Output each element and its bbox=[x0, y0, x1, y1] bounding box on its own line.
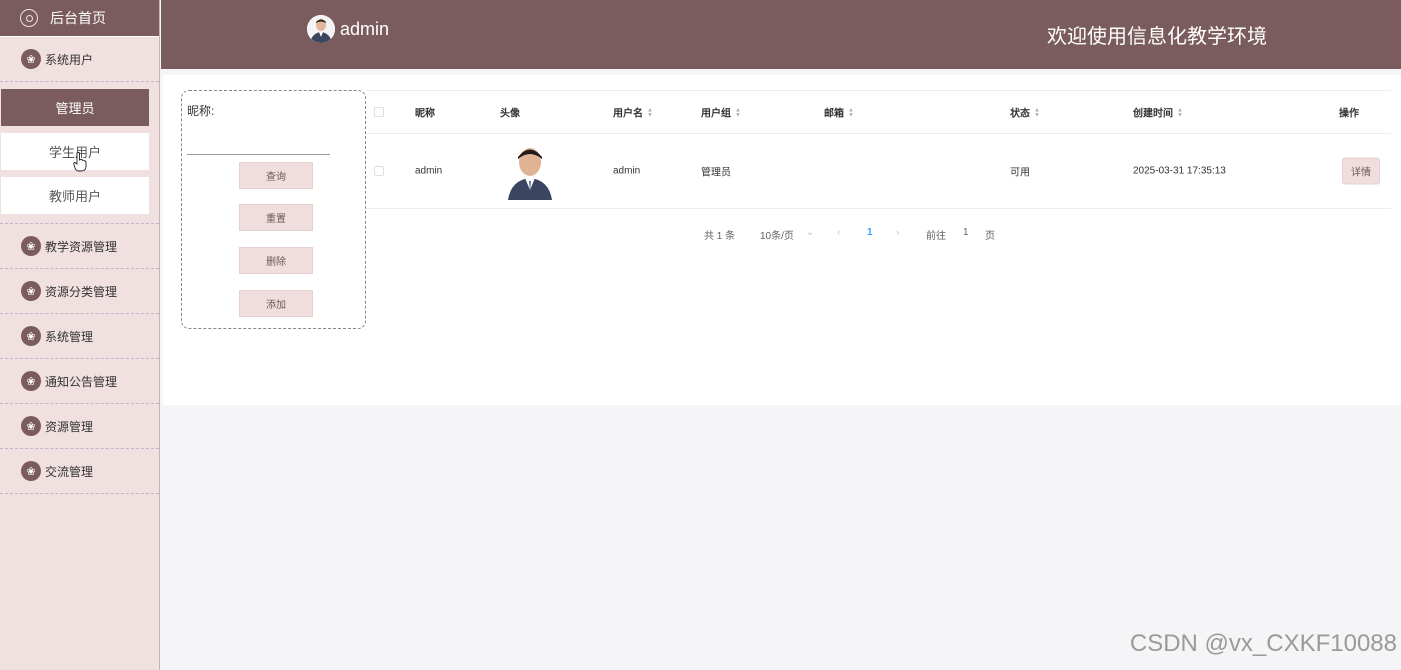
page-size-select[interactable]: 10条/页 bbox=[760, 227, 794, 242]
menu-icon: ❀ bbox=[21, 236, 41, 256]
table-header: 昵称 头像 用户名 ▲ ▼ 用户组 ▲ ▼ 邮箱 ▲ ▼ 状态 ▲ ▼ 创建时间 ▲ ▼ 操作 bbox=[366, 90, 1391, 134]
pagination-total: 共 1 条 bbox=[704, 231, 736, 242]
home-icon bbox=[20, 9, 38, 27]
sidebar-home[interactable]: 后台首页 bbox=[0, 0, 159, 37]
menu-icon: ❀ bbox=[21, 416, 41, 436]
col-email[interactable]: 邮箱 ▲ ▼ bbox=[824, 105, 854, 120]
sidebar-item-communication[interactable]: ❀ 交流管理 bbox=[0, 449, 159, 494]
sidebar-item-label: 资源分类管理 bbox=[45, 284, 118, 299]
menu-icon: ❀ bbox=[21, 281, 41, 301]
col-group[interactable]: 用户组 ▲ ▼ bbox=[701, 105, 741, 120]
sidebar-item-label: 系统用户 bbox=[45, 52, 94, 67]
sort-icon[interactable]: ▲ ▼ bbox=[735, 108, 741, 119]
row-status: 可用 bbox=[1010, 167, 1030, 179]
col-group-label: 用户组 bbox=[701, 108, 731, 120]
row-created: 2025-03-31 17:35:13 bbox=[1133, 165, 1226, 177]
sidebar-item-notices[interactable]: ❀ 通知公告管理 bbox=[0, 359, 159, 404]
search-panel: 昵称: 查询 重置 删除 添加 bbox=[181, 90, 366, 329]
sort-icon[interactable]: ▲ ▼ bbox=[647, 108, 653, 119]
table-row: admin admin 管理员 可用 2025-03-31 17:35:13 详… bbox=[366, 134, 1391, 209]
select-all-checkbox[interactable] bbox=[374, 107, 384, 117]
sidebar-item-label: 交流管理 bbox=[45, 464, 94, 479]
menu-icon: ❀ bbox=[21, 461, 41, 481]
user-table: 昵称 头像 用户名 ▲ ▼ 用户组 ▲ ▼ 邮箱 ▲ ▼ 状态 ▲ ▼ 创建时间 ▲ ▼ 操作 ad… bbox=[366, 90, 1391, 209]
row-avatar-image bbox=[505, 140, 555, 200]
sort-icon[interactable]: ▲ ▼ bbox=[848, 108, 854, 119]
nickname-label: 昵称: bbox=[187, 104, 215, 118]
row-nickname: admin bbox=[415, 165, 443, 177]
col-status[interactable]: 状态 ▲ ▼ bbox=[1010, 105, 1040, 120]
sidebar-item-label: 资源管理 bbox=[45, 419, 94, 434]
nickname-input[interactable] bbox=[187, 141, 330, 155]
row-checkbox[interactable] bbox=[374, 166, 384, 176]
sidebar-item-label: 系统管理 bbox=[45, 329, 94, 344]
col-username-label: 用户名 bbox=[613, 108, 643, 120]
sidebar-item-resource-categories[interactable]: ❀ 资源分类管理 bbox=[0, 269, 159, 314]
sidebar-item-teaching-resources[interactable]: ❀ 教学资源管理 bbox=[0, 224, 159, 269]
user-avatar[interactable] bbox=[307, 15, 335, 43]
csdn-watermark: CSDN @vx_CXKF10088 bbox=[1129, 630, 1397, 657]
col-actions: 操作 bbox=[1339, 108, 1359, 120]
sidebar-item-resources[interactable]: ❀ 资源管理 bbox=[0, 404, 159, 449]
reset-button[interactable]: 重置 bbox=[239, 204, 313, 231]
col-email-label: 邮箱 bbox=[824, 108, 844, 120]
top-header: admin 欢迎使用信息化教学环境 bbox=[161, 0, 1401, 69]
col-status-label: 状态 bbox=[1010, 108, 1030, 120]
row-group: 管理员 bbox=[701, 167, 731, 179]
page-suffix: 页 bbox=[985, 231, 995, 242]
col-username[interactable]: 用户名 ▲ ▼ bbox=[613, 105, 653, 120]
sidebar-item-label: 通知公告管理 bbox=[45, 374, 118, 389]
menu-icon: ❀ bbox=[21, 49, 41, 69]
main-content: 昵称: 查询 重置 删除 添加 昵称 头像 用户名 ▲ ▼ 用户组 ▲ ▼ 邮箱 ▲ ▼ 状… bbox=[163, 75, 1401, 405]
col-created[interactable]: 创建时间 ▲ ▼ bbox=[1133, 105, 1183, 120]
sidebar-home-label: 后台首页 bbox=[50, 10, 106, 26]
header-username[interactable]: admin bbox=[340, 19, 389, 40]
col-avatar: 头像 bbox=[500, 108, 520, 120]
prev-page-icon[interactable]: ‹ bbox=[837, 227, 840, 238]
goto-label: 前往 bbox=[926, 231, 946, 242]
chevron-down-icon[interactable]: ⌄ bbox=[806, 227, 814, 238]
search-button[interactable]: 查询 bbox=[239, 162, 313, 189]
header-title: 欢迎使用信息化教学环境 bbox=[1047, 26, 1267, 48]
sidebar-item-system-management[interactable]: ❀ 系统管理 bbox=[0, 314, 159, 359]
delete-button[interactable]: 删除 bbox=[239, 247, 313, 274]
sidebar-item-label: 教学资源管理 bbox=[45, 239, 118, 254]
col-nickname: 昵称 bbox=[415, 108, 435, 120]
detail-button[interactable]: 详情 bbox=[1342, 157, 1380, 185]
menu-icon: ❀ bbox=[21, 326, 41, 346]
next-page-icon[interactable]: › bbox=[896, 227, 899, 238]
goto-page-input[interactable]: 1 bbox=[963, 227, 969, 238]
row-username: admin bbox=[613, 165, 641, 177]
hand-cursor-icon bbox=[73, 152, 87, 172]
sort-icon[interactable]: ▲ ▼ bbox=[1177, 108, 1183, 119]
submenu-item-admin[interactable]: 管理员 bbox=[1, 89, 149, 126]
add-button[interactable]: 添加 bbox=[239, 290, 313, 317]
sidebar-item-system-users[interactable]: ❀ 系统用户 bbox=[0, 37, 159, 82]
page-number-current[interactable]: 1 bbox=[867, 227, 873, 238]
sort-icon[interactable]: ▲ ▼ bbox=[1034, 108, 1040, 119]
menu-icon: ❀ bbox=[21, 371, 41, 391]
sidebar: 后台首页 ❀ 系统用户 管理员 学生用户 教师用户 ❀ 教学资源管理 ❀ 资源分… bbox=[0, 0, 160, 670]
submenu-item-teacher[interactable]: 教师用户 bbox=[1, 177, 149, 214]
col-created-label: 创建时间 bbox=[1133, 108, 1173, 120]
